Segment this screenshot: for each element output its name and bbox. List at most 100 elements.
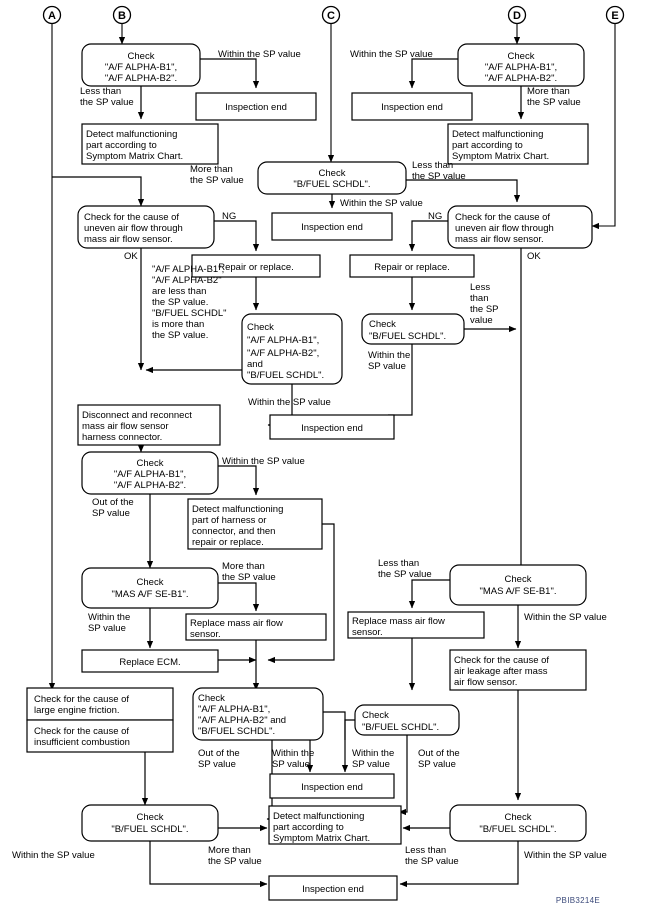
box-text: Check <box>198 693 225 704</box>
box-text: Disconnect and reconnect <box>82 410 192 421</box>
box-text: Inspection end <box>301 423 363 434</box>
edge-label: Within the SP value <box>524 850 607 861</box>
edge-label: OK <box>124 251 138 262</box>
box-text: part according to <box>452 140 523 151</box>
edge-less-than-4 <box>408 579 450 609</box>
box-text: part according to <box>86 140 157 151</box>
box-text: Check <box>128 51 155 62</box>
box-text: Check <box>137 812 164 823</box>
box-text: Check <box>505 812 532 823</box>
rail-E <box>591 24 616 230</box>
edge-label: Out of the <box>198 748 240 759</box>
edge-label: Within the SP value <box>12 850 95 861</box>
box-text: Replace mass air flow <box>352 616 445 627</box>
box-text: "B/FUEL SCHDL". <box>247 370 324 381</box>
edge-label: Within the <box>272 748 314 759</box>
box-text: Detect malfunctioning <box>86 129 177 140</box>
edge-label: Within the SP value <box>340 198 423 209</box>
box-check-mas-right[interactable] <box>449 564 587 606</box>
edge-label: the SP value <box>405 856 459 867</box>
box-text: air leakage after mass <box>454 666 548 677</box>
edge-label: the SP value <box>412 171 466 182</box>
edge-within-sp-1 <box>200 58 260 89</box>
box-text: mass air flow sensor <box>82 421 169 432</box>
connector-E-label: E <box>611 10 618 22</box>
connector-B-label: B <box>118 10 126 22</box>
edge-label: value <box>470 315 493 326</box>
box-text: "B/FUEL SCHDL". <box>479 824 556 835</box>
edge-within-sp-6 <box>218 465 260 496</box>
edge-label: the SP value <box>378 569 432 580</box>
edge-label: Out of the <box>92 497 134 508</box>
edge-label: "A/F ALPHA-B2" <box>152 275 222 286</box>
connector-A-label: A <box>48 10 56 22</box>
edge-out-of-sp-3 <box>398 735 408 816</box>
edge-label: SP value <box>198 759 236 770</box>
edge-more-than-2 <box>52 176 145 207</box>
box-text: Symptom Matrix Chart. <box>86 151 183 162</box>
box-text: Inspection end <box>301 782 363 793</box>
box-text: Detect malfunctioning <box>452 129 543 140</box>
box-text: sensor. <box>352 627 383 638</box>
box-text: Repair or replace. <box>374 262 450 273</box>
box-text: uneven air flow through <box>455 223 554 234</box>
edge-label: More than <box>208 845 251 856</box>
box-text: Symptom Matrix Chart. <box>273 833 370 844</box>
edge-label: Within the SP value <box>222 456 305 467</box>
box-check-mas-left[interactable] <box>81 567 219 609</box>
box-text: "B/FUEL SCHDL". <box>293 179 370 190</box>
edge-label: SP value <box>368 361 406 372</box>
box-text: Symptom Matrix Chart. <box>452 151 549 162</box>
edge-label: Within the SP value <box>350 49 433 60</box>
edge-label: the SP value. <box>152 297 208 308</box>
edge-ng-right <box>408 220 448 252</box>
edge-label: is more than <box>152 319 204 330</box>
box-text: "MAS A/F SE-B1". <box>112 589 189 600</box>
box-text: Check <box>247 322 274 333</box>
edge-label: Within the SP value <box>218 49 301 60</box>
box-text: Detect malfunctioning <box>273 811 364 822</box>
box-text: Check for the cause of <box>84 212 179 223</box>
box-text: uneven air flow through <box>84 223 183 234</box>
edge-label: the SP <box>470 304 499 315</box>
edge-label: More than <box>222 561 265 572</box>
box-text: "B/FUEL SCHDL". <box>111 824 188 835</box>
edge-within-sp-2 <box>408 58 458 89</box>
box-text: "B/FUEL SCHDL". <box>198 726 275 737</box>
edge-label: than <box>470 293 489 304</box>
box-text: mass air flow sensor. <box>455 234 544 245</box>
box-check-bfuel-bot-left[interactable] <box>81 804 219 842</box>
box-text: "A/F ALPHA-B1", <box>198 704 270 715</box>
edge-ng-left <box>214 220 260 252</box>
box-check-bfuel-bot-right[interactable] <box>449 804 587 842</box>
box-text: Check for the cause of <box>455 212 550 223</box>
box-text: repair or replace. <box>192 537 264 548</box>
box-text: Check <box>508 51 535 62</box>
edge-label: NG <box>428 211 442 222</box>
edge-label: More than <box>190 164 233 175</box>
box-text: air flow sensor. <box>454 677 517 688</box>
box-text: Check for the cause of <box>454 655 549 666</box>
box-text: Check <box>505 574 532 585</box>
edge-label: Within the <box>88 612 130 623</box>
watermark: PBIB3214E <box>556 896 600 905</box>
edge-label: SP value <box>352 759 390 770</box>
box-text: Inspection end <box>301 222 363 233</box>
box-text: Replace mass air flow <box>190 618 283 629</box>
edge-label: Less than <box>80 86 121 97</box>
edge-label: Within the SP value <box>248 397 331 408</box>
connector-C-label: C <box>327 10 335 22</box>
edge-label: the SP value. <box>152 330 208 341</box>
box-text: "A/F ALPHA-B1", <box>247 335 319 346</box>
edge-label: "A/F ALPHA-B1", <box>152 264 224 275</box>
edge-label: Less than <box>412 160 453 171</box>
edge-label: More than <box>527 86 570 97</box>
edge-label: SP value <box>88 623 126 634</box>
box-text: "A/F ALPHA-B1", <box>485 62 557 73</box>
box-text: part according to <box>273 822 344 833</box>
box-text: Inspection end <box>381 102 443 113</box>
box-text: mass air flow sensor. <box>84 234 173 245</box>
box-text: Check <box>137 458 164 469</box>
edge-label: Within the SP value <box>524 612 607 623</box>
edge-label: Within the <box>352 748 394 759</box>
